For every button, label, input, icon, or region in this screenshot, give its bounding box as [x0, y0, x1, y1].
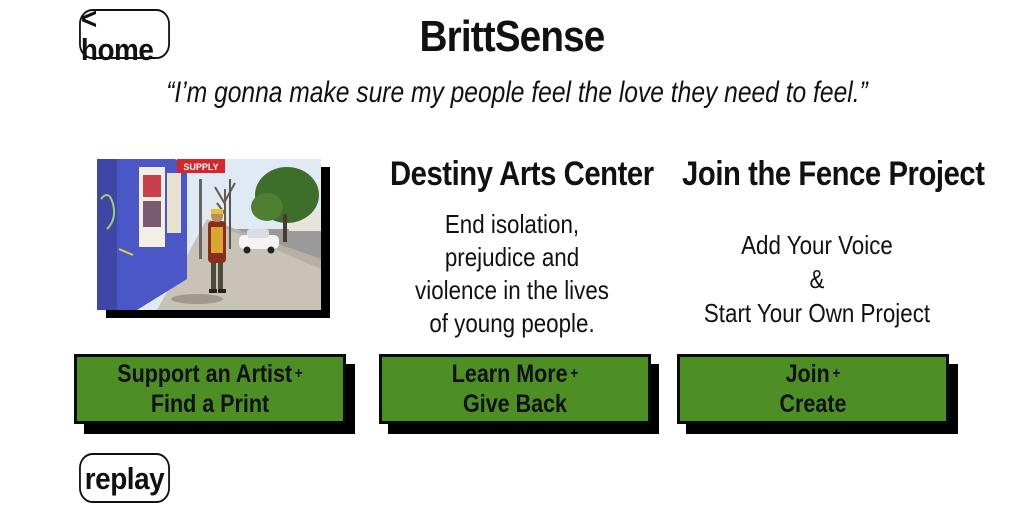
- button-label-line2: Create: [779, 390, 847, 418]
- fence-project-title: Join the Fence Project: [682, 155, 985, 193]
- page-title: BrittSense: [419, 12, 606, 61]
- button-label-line2: Give Back: [462, 390, 567, 418]
- destiny-arts-title: Destiny Arts Center: [389, 155, 654, 193]
- button-label-line1: Support an Artist: [117, 360, 293, 388]
- description-line: prejudice and: [444, 242, 580, 272]
- description-line: &: [809, 264, 825, 294]
- plus-icon: +: [570, 365, 579, 382]
- description-line: Start Your Own Project: [703, 298, 931, 328]
- join-button[interactable]: Join + Create: [677, 354, 949, 424]
- page: < home BrittSense “I’m gonna make sure m…: [0, 0, 1024, 512]
- button-label-line2: Find a Print: [150, 390, 270, 418]
- support-artist-button[interactable]: Support an Artist + Find a Print: [74, 354, 346, 424]
- street-scene-image: SUPPLY: [97, 159, 321, 310]
- fence-project-description: Add Your Voice & Start Your Own Project: [699, 228, 935, 330]
- button-label-line1: Learn More: [451, 360, 568, 388]
- plus-icon: +: [294, 365, 303, 382]
- description-line: violence in the lives: [415, 275, 609, 305]
- destiny-arts-description: End isolation, prejudice and violence in…: [409, 208, 615, 340]
- learn-more-button[interactable]: Learn More + Give Back: [379, 354, 651, 424]
- description-line: End isolation,: [444, 209, 580, 239]
- store-sign-text: SUPPLY: [183, 162, 218, 172]
- description-line: Add Your Voice: [741, 230, 893, 260]
- quote-text: “I’m gonna make sure my people feel the …: [166, 76, 868, 109]
- artist-photo: SUPPLY: [97, 159, 321, 310]
- replay-button[interactable]: replay: [79, 453, 170, 503]
- button-label-line1: Join: [785, 360, 830, 388]
- description-line: of young people.: [429, 308, 595, 338]
- plus-icon: +: [832, 365, 841, 382]
